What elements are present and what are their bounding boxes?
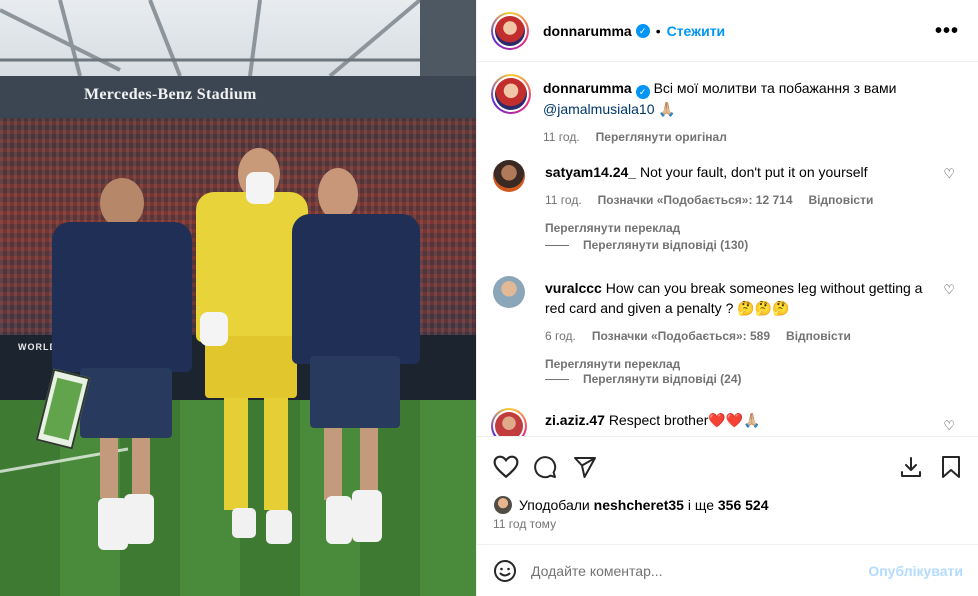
bookmark-icon[interactable]	[940, 455, 962, 479]
comment-username[interactable]: satyam14.24_	[545, 164, 636, 180]
post-dialog: Mercedes-Benz Stadium WORLD donnarumma ✓…	[0, 0, 978, 596]
post-time[interactable]: 11 год тому	[493, 517, 556, 531]
view-replies-label: Переглянути відповіді (130)	[583, 238, 749, 252]
liked-by-prefix: Уподобали	[519, 497, 590, 513]
comment-text: Not your fault, don't put it on yourself	[639, 164, 868, 180]
comment-avatar[interactable]	[493, 276, 525, 308]
comment-avatar[interactable]	[491, 408, 527, 436]
download-icon[interactable]	[899, 455, 923, 479]
liker-avatar[interactable]	[493, 495, 513, 515]
comment-time[interactable]: 11 год.	[545, 190, 582, 210]
liked-by-suffix: і ще	[687, 497, 714, 513]
comments-list[interactable]: donnarumma ✓ Всі мої молитви та побажання…	[477, 62, 978, 436]
add-comment-bar: Опублікувати	[477, 544, 978, 596]
verified-icon: ✓	[635, 85, 650, 99]
comment-avatar[interactable]	[493, 160, 525, 192]
see-translation-link[interactable]: Переглянути переклад	[545, 218, 945, 238]
caption-emoji: 🙏🏼	[658, 101, 676, 117]
stadium-sign: Mercedes-Benz Stadium	[84, 86, 257, 103]
comment-input[interactable]	[531, 562, 869, 579]
comment-like-heart-icon[interactable]: ♡	[943, 166, 955, 182]
more-horizontal-icon[interactable]: •••	[935, 20, 959, 43]
post-actions: Уподобали neshcheret35 і ще 356 524 11 г…	[477, 436, 978, 544]
share-send-icon[interactable]	[573, 455, 597, 479]
author-username[interactable]: donnarumma	[543, 23, 632, 39]
comment-like-heart-icon[interactable]: ♡	[943, 282, 955, 298]
emoji-smile-icon[interactable]	[493, 559, 517, 583]
reply-button[interactable]: Відповісти	[786, 326, 851, 346]
comment-likes[interactable]: Позначки «Подобається»: 589	[592, 326, 770, 346]
publish-button[interactable]: Опублікувати	[868, 563, 963, 579]
post-photo[interactable]: Mercedes-Benz Stadium WORLD	[0, 0, 476, 596]
verified-icon: ✓	[635, 23, 650, 38]
caption-username[interactable]: donnarumma	[543, 80, 632, 96]
see-translation-link[interactable]: Переглянути переклад	[545, 354, 945, 374]
comment-likes[interactable]: Позначки «Подобається»: 12 714	[598, 190, 793, 210]
separator-dot: •	[655, 22, 661, 39]
see-original-link[interactable]: Переглянути оригінал	[596, 127, 727, 147]
caption-avatar[interactable]	[491, 74, 531, 114]
liked-by-user[interactable]: neshcheret35	[594, 497, 684, 513]
comment-time[interactable]: 6 год.	[545, 326, 576, 346]
caption-text: Всі мої молитви та побажання з вами	[653, 80, 897, 96]
caption-mention[interactable]: @jamalmusiala10	[543, 101, 654, 117]
comment-text: Respect brother❤️❤️🙏🏼	[608, 412, 761, 428]
view-replies-button[interactable]: Переглянути відповіді (130)	[545, 238, 748, 252]
like-heart-icon[interactable]	[493, 455, 519, 479]
caption-time[interactable]: 11 год.	[543, 127, 580, 147]
post-side-panel: donnarumma ✓ • Стежити ••• donnarumma ✓ В…	[476, 0, 978, 596]
comment-like-heart-icon[interactable]: ♡	[943, 418, 955, 434]
comment-text: How can you break someones leg without g…	[545, 280, 923, 316]
author-avatar[interactable]	[491, 12, 529, 50]
comment-username[interactable]: zi.aziz.47	[545, 412, 605, 428]
view-replies-button[interactable]: Переглянути відповіді (24)	[545, 372, 742, 386]
view-replies-label: Переглянути відповіді (24)	[583, 372, 742, 386]
likes-summary[interactable]: Уподобали neshcheret35 і ще 356 524	[493, 495, 768, 515]
reply-button[interactable]: Відповісти	[809, 190, 874, 210]
post-header: donnarumma ✓ • Стежити •••	[477, 0, 978, 62]
liked-count[interactable]: 356 524	[718, 497, 769, 513]
follow-button[interactable]: Стежити	[667, 23, 726, 39]
comment-username[interactable]: vuralccc	[545, 280, 602, 296]
comment-icon[interactable]	[533, 455, 557, 479]
